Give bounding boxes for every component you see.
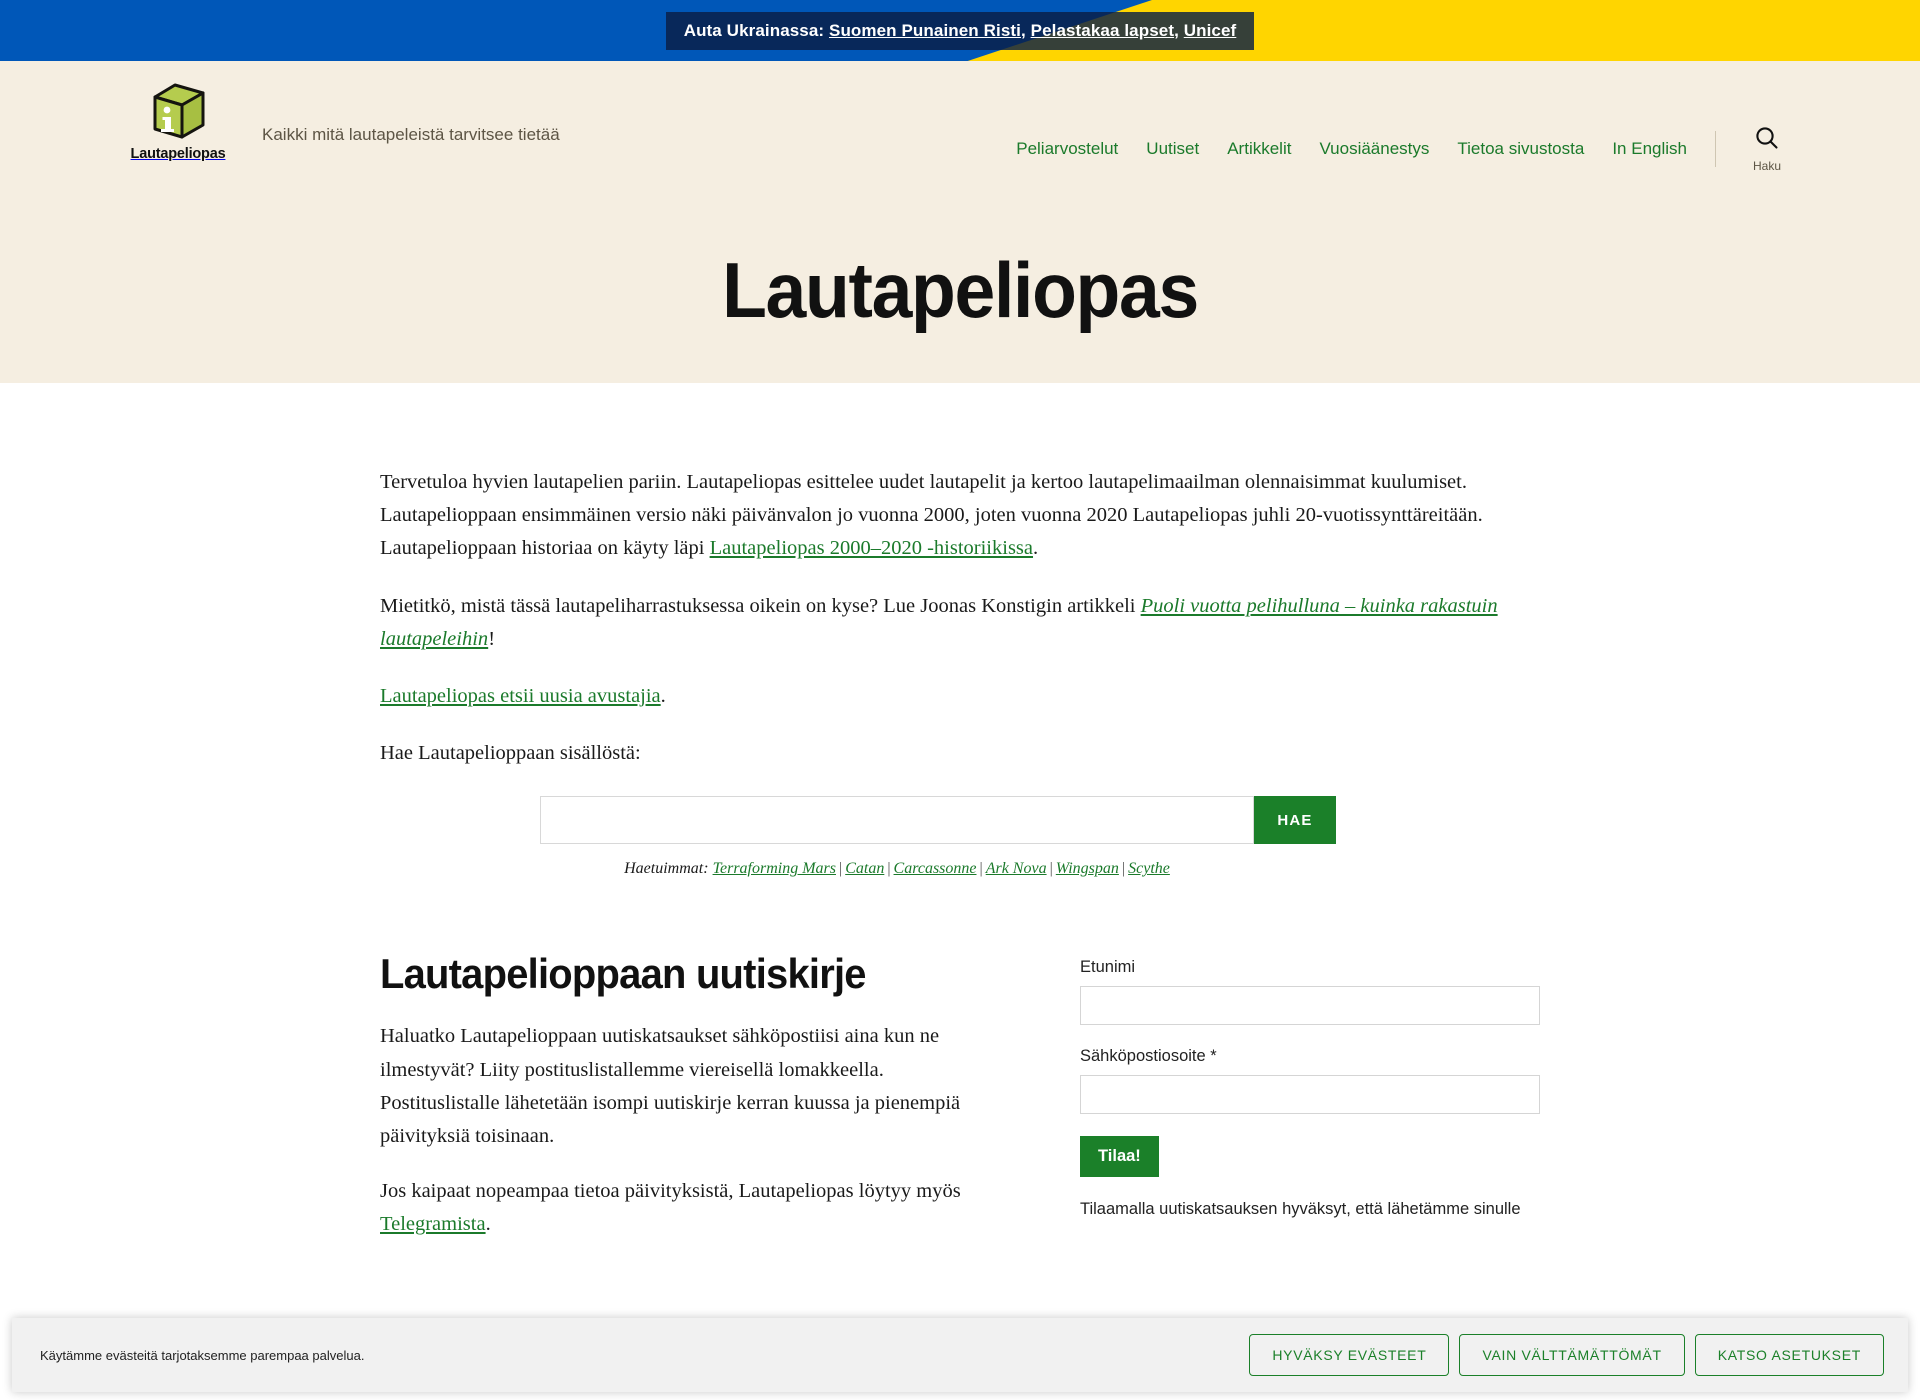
link-telegram[interactable]: Telegramista xyxy=(380,1213,486,1235)
nav-item-artikkelit[interactable]: Artikkelit xyxy=(1213,139,1305,159)
popular-link-carcassonne[interactable]: Carcassonne xyxy=(894,860,977,877)
cookie-banner-actions: HYVÄKSY EVÄSTEET VAIN VÄLTTÄMÄTTÖMÄT KAT… xyxy=(1249,1334,1884,1376)
newsletter-paragraph-2: Jos kaipaat nopeampaa tietoa päivityksis… xyxy=(380,1175,980,1241)
newsletter-section: Lautapelioppaan uutiskirje Haluatko Laut… xyxy=(380,950,1540,1263)
link-etsii-uusia-avustajia[interactable]: Lautapeliopas etsii uusia avustajia xyxy=(380,685,661,707)
popular-sep-5: | xyxy=(1121,860,1126,878)
nav-item-peliarvostelut[interactable]: Peliarvostelut xyxy=(1002,139,1132,159)
search-icon xyxy=(1754,125,1780,154)
popular-searches: Haetuimmat: Terraforming Mars | Catan | Carc… xyxy=(540,860,1254,878)
intro-block: Tervetuloa hyvien lautapelien pariin. La… xyxy=(380,383,1540,770)
site-tagline: Kaikki mitä lautapeleistä tarvitsee tiet… xyxy=(262,125,560,144)
search-prompt-label: Hae Lautapelioppaan sisällöstä: xyxy=(380,742,641,765)
nav-item-uutiset[interactable]: Uutiset xyxy=(1132,139,1213,159)
search-toggle-button[interactable]: Haku xyxy=(1738,125,1796,173)
cookie-banner-text: Käytämme evästeitä tarjotaksemme parempa… xyxy=(40,1347,365,1363)
nav-item-vuosiaanestys[interactable]: Vuosiäänestys xyxy=(1305,139,1443,159)
intro-p2-text-before: Mietitkö, mistä tässä lautapeliharrastuk… xyxy=(380,594,1141,617)
intro-paragraph-1: Tervetuloa hyvien lautapelien pariin. La… xyxy=(380,466,1520,566)
site-search-form: HAE xyxy=(540,796,1540,845)
link-historiikki[interactable]: Lautapeliopas 2000–2020 -historiikissa xyxy=(710,537,1033,559)
popular-sep-2: | xyxy=(887,860,891,878)
newsletter-p2-after: . xyxy=(485,1213,491,1236)
search-toggle-label: Haku xyxy=(1752,159,1781,173)
intro-p3-text-after: . xyxy=(660,685,666,708)
ukraine-sep-2: , xyxy=(1174,20,1184,40)
ukraine-banner-prefix: Auta Ukrainassa: xyxy=(683,20,829,40)
nav-item-tietoa-sivustosta[interactable]: Tietoa sivustosta xyxy=(1443,139,1598,159)
ukraine-sep-1: , xyxy=(1020,20,1031,40)
main-content: Tervetuloa hyvien lautapelien pariin. La… xyxy=(0,383,1920,1264)
intro-p1-text-after: . xyxy=(1033,537,1039,560)
ukraine-banner-message: Auta Ukrainassa: Suomen Punainen Risti, … xyxy=(665,11,1255,50)
newsletter-p2-before: Jos kaipaat nopeampaa tietoa päivityksis… xyxy=(380,1180,961,1203)
intro-paragraph-3: Lautapeliopas etsii uusia avustajia. xyxy=(380,680,1520,713)
search-submit-button[interactable]: HAE xyxy=(1254,796,1336,845)
intro-p2-text-after: ! xyxy=(488,627,496,650)
cookie-consent-banner: Käytämme evästeitä tarjotaksemme parempa… xyxy=(12,1318,1908,1392)
newsletter-description: Lautapelioppaan uutiskirje Haluatko Laut… xyxy=(380,950,980,1263)
site-header: Lautapeliopas Kaikki mitä lautapeleistä … xyxy=(0,61,1920,179)
popular-searches-label: Haetuimmat: xyxy=(624,860,709,878)
main-navigation: Peliarvostelut Uutiset Artikkelit Vuosiä… xyxy=(1002,125,1796,173)
email-input[interactable] xyxy=(1080,1075,1540,1115)
accept-cookies-button[interactable]: HYVÄKSY EVÄSTEET xyxy=(1249,1334,1450,1376)
intro-paragraph-2: Mietitkö, mistä tässä lautapeliharrastuk… xyxy=(380,590,1520,656)
popular-link-ark-nova[interactable]: Ark Nova xyxy=(986,860,1047,877)
logo-wordmark: Lautapeliopas xyxy=(130,146,226,162)
necessary-only-cookies-button[interactable]: VAIN VÄLTTÄMÄTTÖMÄT xyxy=(1459,1334,1685,1376)
info-cube-icon xyxy=(147,83,209,143)
ukraine-link-unicef[interactable]: Unicef xyxy=(1184,21,1237,40)
search-input[interactable] xyxy=(540,796,1254,845)
popular-sep-4: | xyxy=(1049,860,1053,878)
cookie-settings-button[interactable]: KATSO ASETUKSET xyxy=(1694,1334,1884,1376)
ukraine-support-banner: Auta Ukrainassa: Suomen Punainen Risti, … xyxy=(0,0,1920,61)
newsletter-title: Lautapelioppaan uutiskirje xyxy=(380,950,866,998)
popular-sep-3: | xyxy=(979,860,983,878)
page-title: Lautapeliopas xyxy=(722,246,1199,334)
popular-sep-1: | xyxy=(839,860,843,878)
firstname-input[interactable] xyxy=(1080,986,1540,1026)
newsletter-subscribe-button[interactable]: Tilaa! xyxy=(1080,1136,1159,1178)
nav-divider xyxy=(1715,131,1716,167)
popular-link-terraforming-mars[interactable]: Terraforming Mars xyxy=(713,860,836,877)
site-logo[interactable]: Lautapeliopas xyxy=(124,83,232,162)
popular-link-catan[interactable]: Catan xyxy=(845,860,884,877)
newsletter-paragraph-1: Haluatko Lautapelioppaan uutiskatsaukset… xyxy=(380,1025,961,1148)
popular-link-scythe[interactable]: Scythe xyxy=(1128,860,1170,877)
nav-item-in-english[interactable]: In English xyxy=(1598,139,1701,159)
newsletter-signup-form: Etunimi Sähköpostiosoite * Tilaa! Tilaam… xyxy=(1080,950,1540,1263)
hero-section: Lautapeliopas Kaikki mitä lautapeleistä … xyxy=(0,61,1920,383)
newsletter-consent-text: Tilaamalla uutiskatsauksen hyväksyt, ett… xyxy=(1080,1200,1521,1219)
email-label: Sähköpostiosoite * xyxy=(1080,1047,1217,1066)
ukraine-link-save-children[interactable]: Pelastakaa lapset xyxy=(1031,21,1174,40)
popular-link-wingspan[interactable]: Wingspan xyxy=(1056,860,1119,877)
ukraine-link-red-cross[interactable]: Suomen Punainen Risti xyxy=(829,21,1021,40)
firstname-label: Etunimi xyxy=(1080,958,1136,977)
